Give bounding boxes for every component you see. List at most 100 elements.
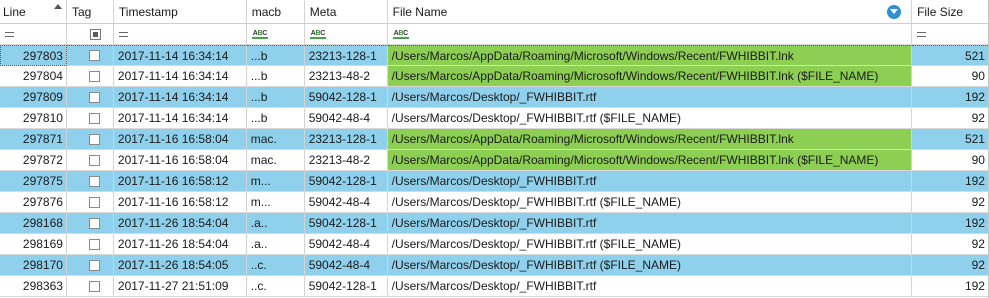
table-row[interactable]: 298168 2017-11-26 18:54:04 .a.. 59042-12… [0, 213, 988, 234]
column-header-macb-label: macb [251, 4, 282, 19]
file-name-cell: /Users/Marcos/Desktop/_FWHIBBIT.rtf ($FI… [387, 255, 913, 276]
column-header-file-name[interactable]: File Name [387, 0, 913, 24]
timestamp-cell: 2017-11-26 18:54:04 [113, 213, 247, 234]
column-header-tag[interactable]: Tag [66, 0, 114, 24]
equals-operator-icon[interactable] [917, 31, 927, 37]
filter-active-icon[interactable] [887, 4, 902, 19]
column-header-line[interactable]: Line [0, 0, 67, 24]
table-row[interactable]: 297809 2017-11-14 16:34:14 ...b 59042-12… [0, 87, 988, 108]
filter-cell-meta[interactable]: ABC [304, 24, 388, 45]
tag-cell [66, 45, 114, 66]
line-cell: 298170 [0, 255, 67, 276]
filter-cell-macb[interactable]: ABC [246, 24, 305, 45]
file-size-cell: 192 [912, 276, 988, 297]
meta-cell: 59042-128-1 [304, 87, 388, 108]
column-header-file-size[interactable]: File Size [912, 0, 988, 24]
tag-checkbox[interactable] [88, 196, 100, 208]
equals-operator-icon[interactable] [5, 31, 14, 37]
file-name-cell: /Users/Marcos/Desktop/_FWHIBBIT.rtf ($FI… [387, 234, 913, 255]
meta-cell: 59042-128-1 [304, 213, 388, 234]
timestamp-cell: 2017-11-26 18:54:05 [113, 255, 247, 276]
file-name-cell: /Users/Marcos/Desktop/_FWHIBBIT.rtf [387, 213, 913, 234]
table-row[interactable]: 297875 2017-11-16 16:58:12 m... 59042-12… [0, 171, 988, 192]
file-name-cell: /Users/Marcos/Desktop/_FWHIBBIT.rtf ($FI… [387, 192, 913, 213]
meta-cell: 59042-48-4 [304, 255, 388, 276]
file-name-cell: /Users/Marcos/Desktop/_FWHIBBIT.rtf [387, 276, 913, 297]
tag-cell [66, 129, 114, 150]
text-contains-icon[interactable]: ABC [251, 30, 269, 39]
tag-checkbox[interactable] [88, 133, 100, 145]
table-row[interactable]: 298363 2017-11-27 21:51:09 ..c. 59042-12… [0, 276, 988, 297]
tag-cell [66, 171, 114, 192]
column-header-timestamp[interactable]: Timestamp [113, 0, 247, 24]
line-cell: 297871 [0, 129, 67, 150]
file-size-cell: 192 [912, 87, 988, 108]
tag-cell [66, 150, 114, 171]
table-row[interactable]: 298170 2017-11-26 18:54:05 ..c. 59042-48… [0, 255, 988, 276]
tag-checkbox[interactable] [88, 175, 100, 187]
column-header-meta[interactable]: Meta [304, 0, 388, 24]
column-header-tag-label: Tag [71, 4, 92, 19]
macb-cell: ...b [246, 108, 305, 129]
column-header-timestamp-label: Timestamp [118, 4, 178, 19]
table-row[interactable]: 297871 2017-11-16 16:58:04 mac. 23213-12… [0, 129, 988, 150]
timestamp-cell: 2017-11-26 18:54:04 [113, 234, 247, 255]
sort-ascending-icon [53, 4, 62, 9]
timestamp-cell: 2017-11-14 16:34:14 [113, 66, 247, 87]
tag-cell [66, 87, 114, 108]
tag-checkbox[interactable] [88, 91, 100, 103]
tag-checkbox[interactable] [88, 217, 100, 229]
file-name-cell: /Users/Marcos/Desktop/_FWHIBBIT.rtf ($FI… [387, 108, 913, 129]
macb-cell: .a.. [246, 234, 305, 255]
text-contains-icon[interactable]: ABC [309, 30, 326, 39]
tag-cell [66, 255, 114, 276]
filter-cell-file-size[interactable] [912, 24, 988, 45]
table-row[interactable]: 297803 2017-11-14 16:34:14 ...b 23213-12… [0, 45, 988, 66]
filter-cell-file-name[interactable]: ABC [387, 24, 913, 45]
tag-cell [66, 276, 114, 297]
timestamp-cell: 2017-11-16 16:58:12 [113, 171, 247, 192]
file-name-cell: /Users/Marcos/AppData/Roaming/Microsoft/… [387, 66, 913, 87]
macb-cell: mac. [246, 129, 305, 150]
meta-cell: 59042-48-4 [304, 192, 388, 213]
timestamp-cell: 2017-11-27 21:51:09 [113, 276, 247, 297]
line-cell: 298363 [0, 276, 67, 297]
line-cell: 298169 [0, 234, 67, 255]
file-size-cell: 90 [912, 66, 988, 87]
macb-cell: m... [246, 192, 305, 213]
file-size-cell: 92 [912, 108, 988, 129]
equals-operator-icon[interactable] [118, 31, 128, 37]
table-row[interactable]: 298169 2017-11-26 18:54:04 .a.. 59042-48… [0, 234, 988, 255]
table-row[interactable]: 297810 2017-11-14 16:34:14 ...b 59042-48… [0, 108, 988, 129]
meta-cell: 23213-48-2 [304, 150, 388, 171]
tag-checkbox[interactable] [88, 259, 100, 271]
meta-cell: 23213-128-1 [304, 45, 388, 66]
text-contains-icon[interactable]: ABC [392, 30, 409, 39]
tag-checkbox[interactable] [88, 280, 100, 292]
tag-checkbox[interactable] [88, 154, 100, 166]
line-cell: 297810 [0, 108, 67, 129]
column-header-file-name-label: File Name [392, 4, 448, 19]
column-header-line-label: Line [3, 4, 26, 19]
column-header-macb[interactable]: macb [246, 0, 305, 24]
filter-cell-tag[interactable] [66, 24, 114, 45]
filter-cell-line[interactable] [0, 24, 67, 45]
tag-checkbox[interactable] [88, 70, 100, 82]
tag-checkbox[interactable] [88, 238, 100, 250]
filter-cell-timestamp[interactable] [113, 24, 247, 45]
tag-checkbox[interactable] [88, 112, 100, 124]
tag-cell [66, 192, 114, 213]
macb-cell: ...b [246, 87, 305, 108]
table-row[interactable]: 297876 2017-11-16 16:58:12 m... 59042-48… [0, 192, 988, 213]
tag-filter-checkbox[interactable] [89, 28, 101, 40]
table-row[interactable]: 297804 2017-11-14 16:34:14 ...b 23213-48… [0, 66, 988, 87]
timestamp-cell: 2017-11-14 16:34:14 [113, 45, 247, 66]
table-row[interactable]: 297872 2017-11-16 16:58:04 mac. 23213-48… [0, 150, 988, 171]
file-name-cell: /Users/Marcos/AppData/Roaming/Microsoft/… [387, 150, 913, 171]
line-cell: 297804 [0, 66, 67, 87]
column-header-meta-label: Meta [309, 4, 337, 19]
macb-cell: .a.. [246, 213, 305, 234]
table-body: 297803 2017-11-14 16:34:14 ...b 23213-12… [0, 45, 988, 297]
tag-checkbox[interactable] [88, 50, 100, 61]
timestamp-cell: 2017-11-16 16:58:04 [113, 150, 247, 171]
